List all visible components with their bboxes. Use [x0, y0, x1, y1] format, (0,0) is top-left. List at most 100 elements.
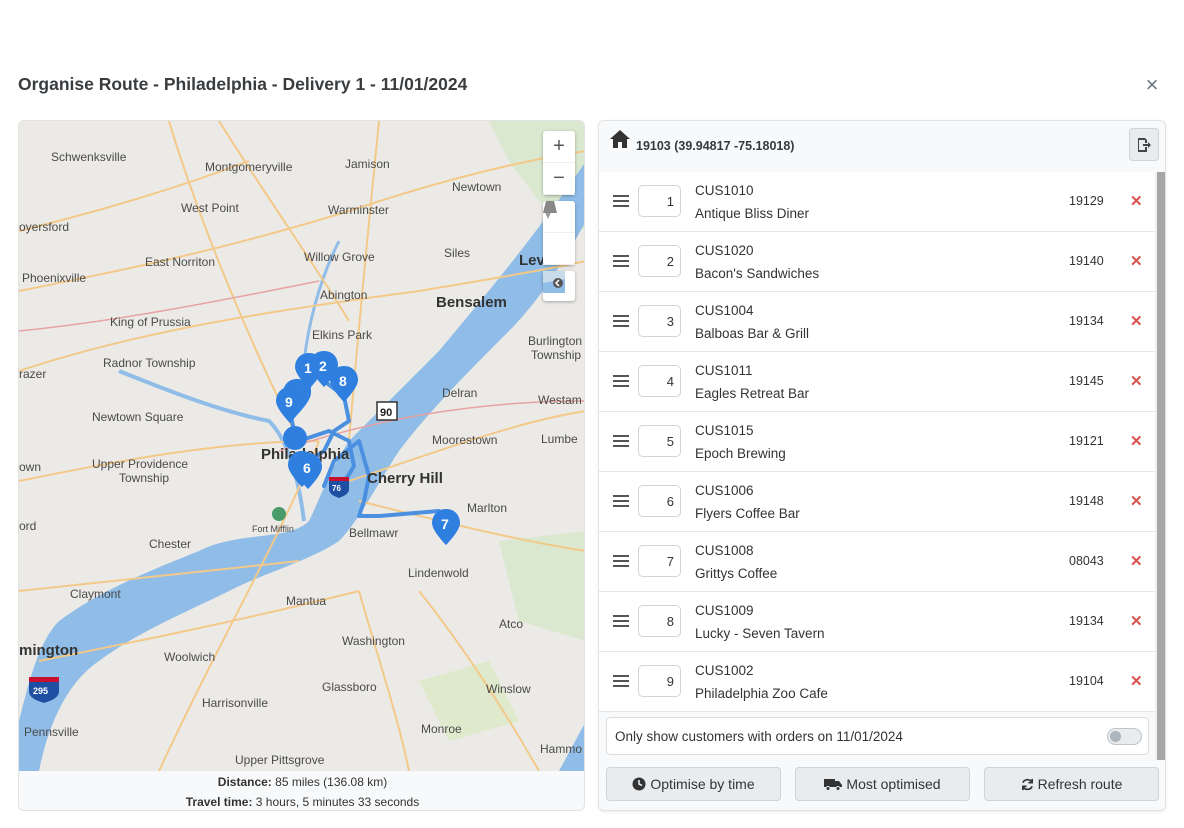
- refresh-icon: [1021, 778, 1033, 790]
- customer-zip: 19140: [1069, 254, 1104, 268]
- map-label: Bellmawr: [349, 526, 398, 540]
- export-button[interactable]: [1129, 128, 1159, 161]
- order-filter-toggle[interactable]: [1107, 728, 1142, 745]
- order-filter-label: Only show customers with orders on 11/01…: [615, 729, 903, 744]
- remove-stop-icon[interactable]: ✕: [1130, 672, 1143, 690]
- optimise-by-time-label: Optimise by time: [650, 776, 755, 792]
- map-label: Schwenksville: [51, 150, 127, 164]
- drag-handle-icon[interactable]: [613, 195, 629, 207]
- route-stop-row[interactable]: 9 CUS1002 Philadelphia Zoo Cafe 19104 ✕: [599, 652, 1155, 712]
- route-stop-row[interactable]: 6 CUS1006 Flyers Coffee Bar 19148 ✕: [599, 472, 1155, 532]
- route-stop-row[interactable]: 3 CUS1004 Balboas Bar & Grill 19134 ✕: [599, 292, 1155, 352]
- close-button[interactable]: ×: [1140, 74, 1164, 98]
- zoom-out-button[interactable]: −: [543, 163, 575, 195]
- truck-icon: [824, 779, 843, 791]
- drag-handle-icon[interactable]: [613, 495, 629, 507]
- map-label: Monroe: [421, 722, 462, 736]
- route-summary: Distance: 85 miles (136.08 km) Travel ti…: [19, 771, 584, 810]
- remove-stop-icon[interactable]: ✕: [1130, 612, 1143, 630]
- scrollbar-thumb[interactable]: [1157, 172, 1165, 760]
- drag-handle-icon[interactable]: [613, 555, 629, 567]
- drag-handle-icon[interactable]: [613, 675, 629, 687]
- stop-order-input[interactable]: 3: [638, 305, 681, 337]
- stop-order-input[interactable]: 4: [638, 365, 681, 397]
- map-label: Lev: [519, 252, 546, 269]
- map-label: razer: [19, 367, 46, 381]
- drag-handle-icon[interactable]: [613, 375, 629, 387]
- modal-title: Organise Route - Philadelphia - Delivery…: [18, 74, 468, 94]
- svg-text:295: 295: [33, 686, 48, 696]
- drag-handle-icon[interactable]: [613, 315, 629, 327]
- customer-zip: 19129: [1069, 194, 1104, 208]
- home-marker-icon[interactable]: [283, 426, 307, 450]
- map-label: Pennsville: [24, 725, 79, 739]
- route-marker-icon[interactable]: 9: [276, 387, 304, 423]
- svg-text:2: 2: [319, 358, 327, 374]
- view-controls: [543, 201, 575, 265]
- svg-text:7: 7: [441, 516, 449, 532]
- optimise-by-time-button[interactable]: Optimise by time: [606, 767, 781, 801]
- customer-zip: 08043: [1069, 554, 1104, 568]
- remove-stop-icon[interactable]: ✕: [1130, 312, 1143, 330]
- route-stop-row[interactable]: 1 CUS1010 Antique Bliss Diner 19129 ✕: [599, 172, 1155, 232]
- route-stop-list: 1 CUS1010 Antique Bliss Diner 19129 ✕ 2 …: [599, 172, 1155, 712]
- map-label: Township: [119, 471, 169, 485]
- map-label: Chester: [149, 537, 191, 551]
- map-label: Harrisonville: [202, 696, 268, 710]
- route-actions: Optimise by time Most optimised Refresh …: [606, 767, 1159, 801]
- map-canvas[interactable]: Schwenksville Montgomeryville Jamison Ne…: [19, 121, 584, 771]
- drag-handle-icon[interactable]: [613, 615, 629, 627]
- most-optimised-button[interactable]: Most optimised: [795, 767, 970, 801]
- stop-order-input[interactable]: 5: [638, 425, 681, 457]
- refresh-route-label: Refresh route: [1037, 776, 1123, 792]
- map-label: Jamison: [345, 157, 390, 171]
- customer-name: Bacon's Sandwiches: [695, 266, 820, 281]
- map-panel: Schwenksville Montgomeryville Jamison Ne…: [18, 120, 585, 811]
- customer-name: Balboas Bar & Grill: [695, 326, 810, 341]
- route-stop-row[interactable]: 2 CUS1020 Bacon's Sandwiches 19140 ✕: [599, 232, 1155, 292]
- stop-order-input[interactable]: 9: [638, 665, 681, 697]
- map-label: Burlington: [528, 334, 582, 348]
- pitch-icon[interactable]: [543, 201, 575, 265]
- customer-zip: 19145: [1069, 374, 1104, 388]
- customer-code: CUS1008: [695, 543, 754, 558]
- stop-order-input[interactable]: 7: [638, 545, 681, 577]
- stop-order-input[interactable]: 6: [638, 485, 681, 517]
- customer-name: Lucky - Seven Tavern: [695, 626, 825, 641]
- customer-name: Philadelphia Zoo Cafe: [695, 686, 828, 701]
- travel-time-value: 3 hours, 5 minutes 33 seconds: [255, 795, 420, 809]
- stop-order-input[interactable]: 1: [638, 185, 681, 217]
- route-marker-icon[interactable]: 7: [432, 509, 460, 545]
- customer-zip: 19134: [1069, 614, 1104, 628]
- clock-icon: [632, 777, 646, 791]
- distance-value: 85 miles (136.08 km): [275, 775, 388, 789]
- drag-handle-icon[interactable]: [613, 255, 629, 267]
- drag-handle-icon[interactable]: [613, 435, 629, 447]
- remove-stop-icon[interactable]: ✕: [1130, 372, 1143, 390]
- toggle-knob: [1110, 731, 1121, 742]
- customer-zip: 19148: [1069, 494, 1104, 508]
- map-label: Hammo: [540, 742, 582, 756]
- map-label: Phoenixville: [22, 271, 86, 285]
- remove-stop-icon[interactable]: ✕: [1130, 432, 1143, 450]
- route-stop-row[interactable]: 4 CUS1011 Eagles Retreat Bar 19145 ✕: [599, 352, 1155, 412]
- remove-stop-icon[interactable]: ✕: [1130, 492, 1143, 510]
- export-icon: [1138, 137, 1151, 152]
- zoom-in-button[interactable]: +: [543, 131, 575, 163]
- remove-stop-icon[interactable]: ✕: [1130, 192, 1143, 210]
- map-label: Elkins Park: [312, 328, 373, 342]
- customer-code: CUS1011: [695, 363, 753, 378]
- route-stop-row[interactable]: 5 CUS1015 Epoch Brewing 19121 ✕: [599, 412, 1155, 472]
- map-style-button[interactable]: [543, 271, 575, 301]
- remove-stop-icon[interactable]: ✕: [1130, 552, 1143, 570]
- route-stop-row[interactable]: 7 CUS1008 Grittys Coffee 08043 ✕: [599, 532, 1155, 592]
- map-label: mington: [19, 642, 78, 659]
- remove-stop-icon[interactable]: ✕: [1130, 252, 1143, 270]
- svg-text:76: 76: [332, 484, 341, 493]
- stop-order-input[interactable]: 2: [638, 245, 681, 277]
- travel-time-label: Travel time:: [185, 795, 253, 809]
- refresh-route-button[interactable]: Refresh route: [984, 767, 1159, 801]
- stop-order-input[interactable]: 8: [638, 605, 681, 637]
- route-stop-row[interactable]: 8 CUS1009 Lucky - Seven Tavern 19134 ✕: [599, 592, 1155, 652]
- map-label: ord: [19, 519, 36, 533]
